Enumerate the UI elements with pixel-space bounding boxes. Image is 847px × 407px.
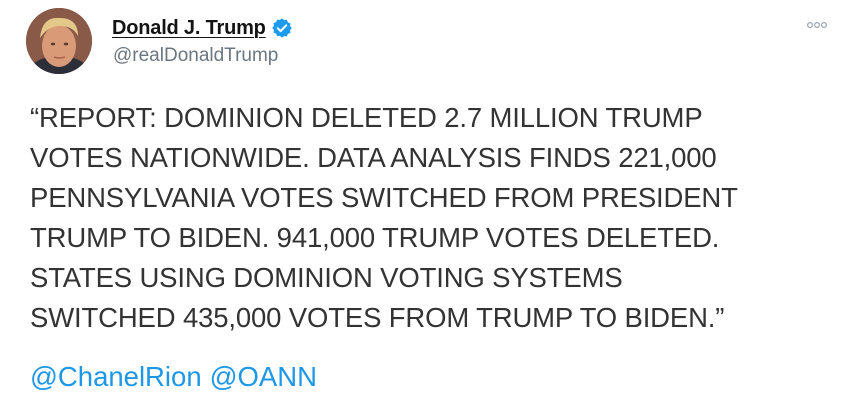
avatar-image (26, 8, 92, 74)
author-display-name[interactable]: Donald J. Trump (112, 17, 266, 40)
mention-link-chanelrion[interactable]: @ChanelRion (30, 361, 202, 392)
tweet-text-line: STATES USING DOMINION VOTING SYSTEMS (30, 262, 623, 293)
author-handle[interactable]: @realDonaldTrump (113, 45, 278, 67)
author-avatar[interactable] (26, 8, 92, 74)
tweet-text-line: PENNSYLVANIA VOTES SWITCHED FROM PRESIDE… (30, 182, 738, 213)
verified-badge-icon (271, 17, 293, 39)
tweet-body: “REPORT: DOMINION DELETED 2.7 MILLION TR… (30, 98, 830, 338)
tweet-card: Donald J. Trump @realDonaldTrump “REPORT… (0, 0, 847, 407)
tweet-mentions: @ChanelRion @OANN (30, 357, 317, 397)
tweet-text-line: “REPORT: DOMINION DELETED 2.7 MILLION TR… (30, 102, 703, 133)
tweet-text-line: TRUMP TO BIDEN. 941,000 TRUMP VOTES DELE… (30, 222, 720, 253)
tweet-text-line: VOTES NATIONWIDE. DATA ANALYSIS FINDS 22… (30, 142, 717, 173)
more-options-icon[interactable] (802, 16, 832, 34)
mention-link-oann[interactable]: @OANN (210, 361, 317, 392)
tweet-text-line: SWITCHED 435,000 VOTES FROM TRUMP TO BID… (30, 302, 725, 333)
author-name-row: Donald J. Trump (112, 14, 293, 42)
